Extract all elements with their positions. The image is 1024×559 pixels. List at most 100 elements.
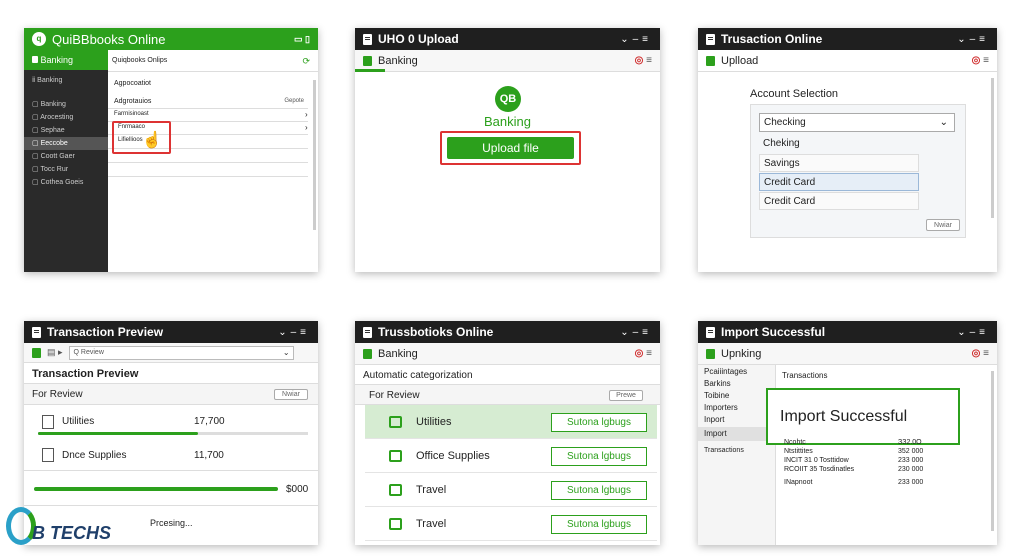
section-heading: Account Selection [750,88,839,100]
window-controls-icon[interactable]: ⌄–≡ [957,34,989,45]
document-icon [706,33,715,45]
account-select[interactable]: Checking ⌄ [759,113,955,132]
sidebar-item[interactable]: ▢ Tocc Rur [24,163,108,176]
brand-label: Banking [484,114,531,129]
transaction-amount: 11,700 [194,450,224,461]
sidebar-item-active[interactable]: Import [698,427,776,441]
title-bar: Import Successful ⌄–≡ [698,321,997,343]
window-title: Import Successful [721,325,826,339]
category-tag[interactable]: Sutona lgbugs [551,481,647,500]
main-heading: Transactions [782,371,828,380]
scrollbar[interactable] [313,80,316,230]
success-popup: Import Successful [766,388,960,445]
sidebar-item[interactable]: Toibine [704,391,729,400]
option-item-selected[interactable]: Credit Card [759,173,919,191]
calendar-icon [389,415,402,428]
window-controls-icon[interactable]: ⌄–≡ [620,34,652,45]
sidebar-item[interactable]: Inport [704,415,724,424]
search-input[interactable]: Q Review ⌄ [68,345,294,360]
progress-fill [38,432,198,435]
divider [108,162,308,163]
window-controls-icon[interactable]: ⌄–≡ [620,327,652,338]
tab-banking[interactable]: Banking [378,348,635,360]
sidebar-item[interactable]: Importers [704,403,738,412]
section-heading: Automatic categorization [363,370,473,381]
total-progress-bar [34,487,278,491]
transactions-table: Ncohtc ЗЗ2.0О Ntstittites 352 000 INCIT 31… [784,439,964,488]
category-row[interactable]: Travel Sutona lgbugs [365,473,657,507]
chevron-right-icon[interactable]: › [305,110,308,119]
preview-button[interactable]: Prewe [609,390,643,401]
scrollbar[interactable] [991,371,994,531]
sidebar-item[interactable]: Pcaiiintages [704,367,747,376]
category-tag[interactable]: Sutona lgbugs [551,515,647,534]
category-tag[interactable]: Sutona lgbugs [551,413,647,432]
window-title: UHO 0 Upload [378,32,459,46]
title-bar: q QuiBBbooks Online ▭ ▯ [24,28,318,50]
sidebar-item[interactable]: ▢ Sephae [24,124,108,137]
document-icon [32,326,41,338]
qb-logo-icon: q [32,32,46,46]
divider [108,176,308,177]
upload-file-button[interactable]: Upload file [447,137,574,159]
bank-icon [363,55,372,66]
sidebar-item[interactable]: ▢ Cothea Goeis [24,176,108,189]
sidebar-item[interactable]: Barkins [704,379,731,388]
transaction-name: Dnce Supplies [62,450,127,461]
option-item[interactable]: Credit Card [759,192,919,210]
window-controls-icon[interactable]: ▭ ▯ [294,34,310,45]
tab-banking[interactable]: Banking [378,55,635,67]
calendar-icon [389,517,402,530]
refresh-icon[interactable]: ⟳ [302,50,310,72]
settings-icon[interactable]: ◎ ≡ [972,55,989,66]
toolbar: ▤ ▸ Q Review ⌄ [24,343,318,363]
list-row[interactable]: Farrnisinoast [114,111,149,117]
title-bar: Transaction Preview ⌄–≡ [24,321,318,343]
hand-cursor-icon: ☝ [142,132,162,149]
tab-banking[interactable]: Upnking [721,348,972,360]
row-label: Agpocoatiot [114,80,151,87]
next-button[interactable]: Nwiar [274,389,308,400]
import-successful-window: Import Successful ⌄–≡ Upnking ◎ ≡ Pcaiii… [698,321,997,545]
qb-logo: QB [495,86,521,112]
category-name: Travel [416,483,447,496]
sidebar-item[interactable]: ▢ Banking [24,98,108,111]
chevron-down-icon: ⌄ [939,117,948,128]
category-name: Utilities [416,415,452,428]
scrollbar[interactable] [991,78,994,218]
sidebar-item[interactable]: ▢ Coott Gaer [24,150,108,163]
option-item[interactable]: Cheking [759,135,919,153]
tab-upload[interactable]: Uplload [721,55,972,67]
calendar-icon [389,449,402,462]
tab-bar: Banking ◎ ≡ [355,50,660,72]
for-review-bar: For Review Prewe [355,384,660,405]
settings-icon[interactable]: ◎ ≡ [635,348,652,359]
settings-icon[interactable]: ◎ ≡ [635,55,652,66]
for-review-label: For Review [32,389,83,400]
title-bar: UHO 0 Upload ⌄–≡ [355,28,660,50]
file-icon[interactable]: ▤ ▸ [47,347,63,358]
window-controls-icon[interactable]: ⌄–≡ [957,327,989,338]
option-item[interactable]: Savings [759,154,919,172]
upload-icon [706,55,715,66]
settings-icon[interactable]: ◎ ≡ [972,348,989,359]
sidebar-item[interactable]: ▢ Arocesting [24,111,108,124]
document-icon [363,326,372,338]
category-row-highlighted[interactable]: Utilities Sutona lgbugs [365,405,657,439]
category-name: Travel [416,517,447,530]
category-tag[interactable]: Sutona lgbugs [551,447,647,466]
tab-bar: Banking ◎ ≡ [355,343,660,365]
for-review-label: For Review [369,390,420,401]
chevron-right-icon[interactable]: › [305,123,308,132]
sidebar-item-active[interactable]: ▢ Eeccobe [24,137,108,150]
sidebar-item[interactable]: Transactions [704,447,744,454]
total-amount: $000 [286,484,309,495]
window-controls-icon[interactable]: ⌄–≡ [278,327,310,338]
next-button[interactable]: Nwiar [926,219,960,231]
window-title: QuiBBbooks Online [52,31,166,47]
window-title: Transaction Preview [47,325,164,339]
tab-bar: Uplload ◎ ≡ [698,50,997,72]
category-row[interactable]: Travel Sutona lgbugs [365,507,657,541]
chevron-down-icon: ⌄ [282,347,290,357]
category-row[interactable]: Office Supplies Sutona lgbugs [365,439,657,473]
